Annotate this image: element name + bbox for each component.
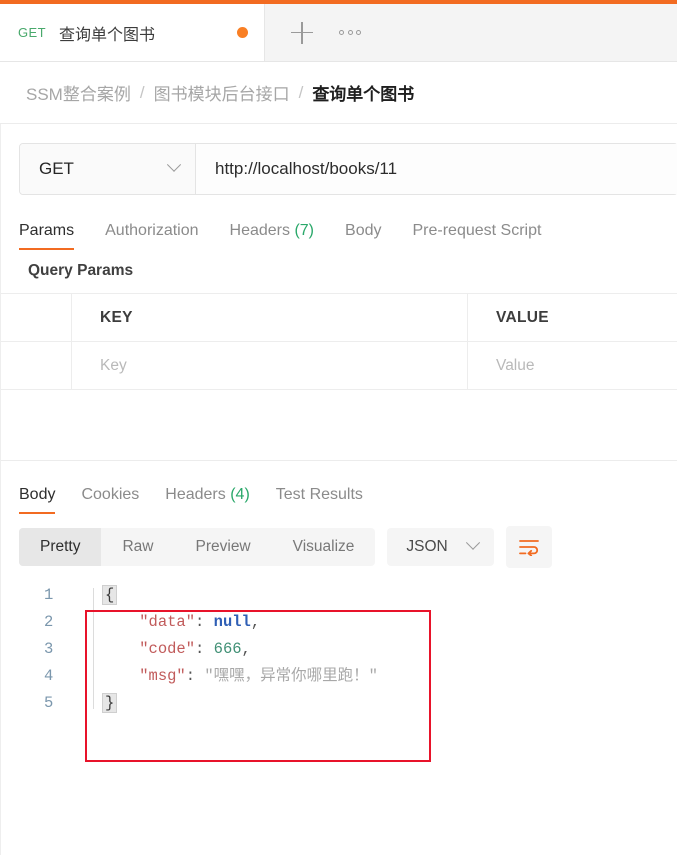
url-bar-container: GET http://localhost/books/11 (0, 124, 677, 195)
view-mode-raw[interactable]: Raw (101, 528, 174, 566)
json-key-code: "code" (139, 640, 196, 658)
code-lines: { "data": null, "code": 666, "msg": "嘿嘿，… (84, 582, 378, 717)
tab-strip: GET 查询单个图书 (0, 0, 677, 62)
tab-params[interactable]: Params (19, 222, 75, 250)
url-input[interactable]: http://localhost/books/11 (196, 144, 677, 194)
table-row[interactable]: Key Value (0, 342, 677, 390)
left-rail-divider (0, 124, 1, 855)
line-number: 5 (44, 694, 54, 712)
json-colon: : (185, 667, 205, 685)
code-fold-guide (93, 588, 94, 709)
http-method-select[interactable]: GET (20, 144, 196, 194)
code-line-4: "msg": "嘿嘿，异常你哪里跑！" (102, 663, 378, 690)
url-bar: GET http://localhost/books/11 (19, 143, 677, 195)
json-comma: , (250, 613, 261, 631)
tab-headers-label: Headers (229, 222, 290, 239)
breadcrumb-item-current: 查询单个图书 (312, 85, 415, 104)
response-tab-headers-count: (4) (230, 486, 250, 503)
tab-pre-request-script-label: Pre-request Script (412, 222, 542, 239)
tab-method-label: GET (18, 25, 46, 40)
param-value-input[interactable]: Value (468, 342, 677, 389)
code-area: 1 2 3 4 5 { "data": null, "code": 666, "… (0, 582, 677, 717)
more-options-icon[interactable] (339, 30, 361, 35)
response-tab-body-label: Body (19, 486, 56, 503)
tab-actions (265, 0, 361, 61)
row-checkbox[interactable] (0, 342, 72, 389)
json-colon: : (195, 613, 214, 631)
column-header-value: VALUE (496, 308, 549, 326)
response-tab-test-results[interactable]: Test Results (276, 486, 363, 514)
view-mode-pretty[interactable]: Pretty (19, 528, 102, 566)
json-colon: : (195, 640, 214, 658)
column-header-key: KEY (72, 294, 468, 341)
line-number: 3 (44, 640, 54, 658)
query-params-title: Query Params (28, 262, 134, 279)
chevron-down-icon (166, 157, 182, 172)
tab-params-label: Params (19, 222, 75, 239)
breadcrumb-separator: / (139, 82, 145, 102)
response-tab-headers-label: Headers (165, 486, 226, 503)
tab-authorization[interactable]: Authorization (105, 222, 198, 250)
view-mode-segmented-control: Pretty Raw Preview Visualize (19, 528, 376, 566)
word-wrap-button[interactable] (505, 526, 552, 568)
code-line-1: { (102, 582, 378, 609)
response-tab-headers[interactable]: Headers (4) (165, 486, 250, 514)
json-comma: , (241, 640, 251, 658)
response-tab-cookies[interactable]: Cookies (81, 486, 139, 514)
unsaved-changes-dot (237, 27, 248, 38)
language-select-value: JSON (406, 538, 448, 555)
json-key-data: "data" (139, 613, 196, 631)
json-value-code: 666 (213, 640, 242, 658)
code-line-5: } (102, 690, 378, 717)
language-select[interactable]: JSON (387, 528, 494, 566)
table-header-row: KEY VALUE (0, 294, 677, 342)
tab-pre-request-script[interactable]: Pre-request Script (412, 222, 541, 250)
view-mode-visualize[interactable]: Visualize (272, 528, 376, 566)
response-tab-body[interactable]: Body (19, 486, 56, 514)
plus-icon[interactable] (291, 21, 313, 44)
breadcrumb-item-folder[interactable]: 图书模块后台接口 (154, 80, 290, 105)
tab-authorization-label: Authorization (105, 222, 199, 239)
breadcrumb-separator: / (298, 82, 304, 102)
tab-title-label: 查询单个图书 (58, 26, 155, 44)
json-value-msg: "嘿嘿，异常你哪里跑！" (204, 667, 378, 685)
line-number-gutter: 1 2 3 4 5 (44, 582, 84, 717)
response-tab-cookies-label: Cookies (81, 486, 140, 503)
request-tab-active[interactable]: GET 查询单个图书 (0, 4, 265, 61)
code-line-2: "data": null, (102, 609, 378, 636)
query-params-table: KEY VALUE Key Value (0, 293, 677, 390)
breadcrumb-item-collection[interactable]: SSM整合案例 (26, 80, 131, 105)
json-close-brace: } (102, 693, 118, 713)
code-line-3: "code": 666, (102, 636, 378, 663)
response-body-viewer[interactable]: 1 2 3 4 5 { "data": null, "code": 666, "… (0, 568, 677, 717)
response-tab-test-results-label: Test Results (275, 486, 363, 503)
breadcrumb: SSM整合案例 / 图书模块后台接口 / 查询单个图书 (0, 62, 677, 124)
column-header-checkbox (0, 294, 72, 341)
http-method-value: GET (39, 159, 74, 178)
json-value-data: null (213, 613, 251, 631)
tab-body-label: Body (345, 222, 382, 239)
json-open-brace: { (102, 585, 118, 605)
response-tabs: Body Cookies Headers (4) Test Results (0, 461, 677, 514)
word-wrap-icon (518, 540, 539, 556)
line-number: 2 (44, 613, 54, 631)
tab-headers[interactable]: Headers (7) (230, 222, 315, 250)
param-key-input[interactable]: Key (72, 342, 468, 389)
tab-headers-count: (7) (294, 222, 315, 239)
json-key-msg: "msg" (139, 667, 186, 685)
response-format-toolbar: Pretty Raw Preview Visualize JSON (0, 514, 677, 568)
line-number: 1 (44, 586, 54, 604)
view-mode-preview[interactable]: Preview (175, 528, 272, 566)
line-number: 4 (44, 667, 54, 685)
chevron-down-icon (465, 535, 480, 550)
request-tabs: Params Authorization Headers (7) Body Pr… (0, 195, 677, 250)
pane-spacer (0, 390, 677, 460)
tab-body[interactable]: Body (345, 222, 381, 250)
